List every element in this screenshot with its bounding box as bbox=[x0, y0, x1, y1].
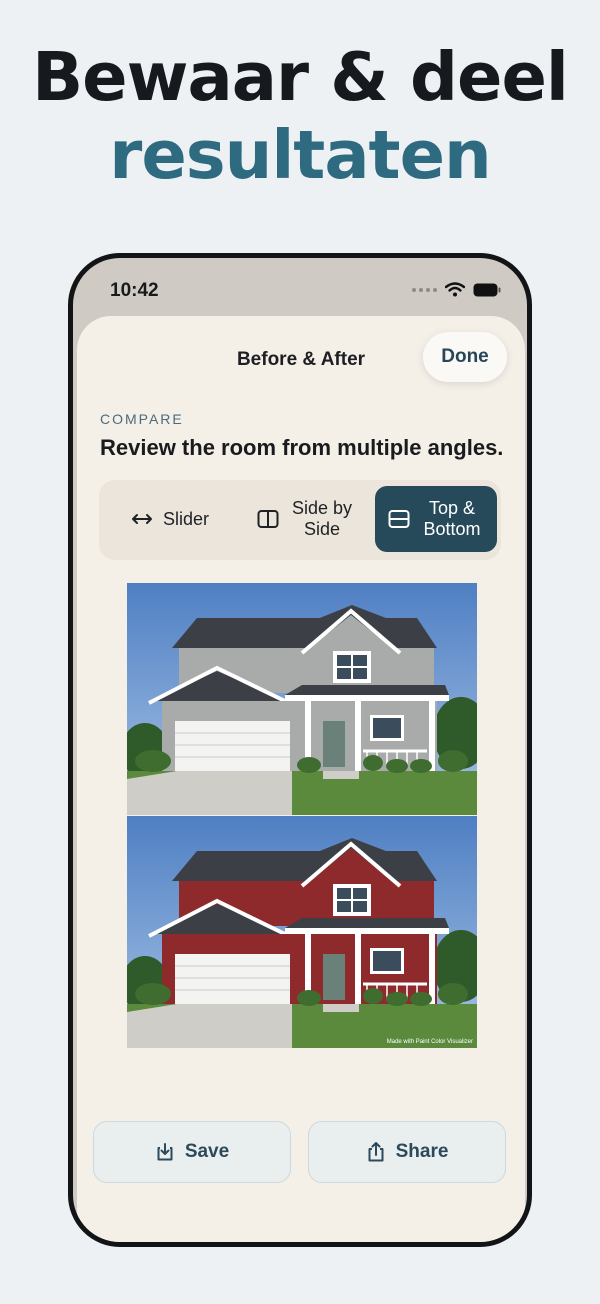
headline-line-1: Bewaar & deel bbox=[32, 38, 569, 116]
arrows-horizontal-icon bbox=[131, 514, 152, 524]
share-icon bbox=[368, 1142, 384, 1162]
mode-side-by-side[interactable]: Side by Side bbox=[239, 486, 373, 552]
split-vertical-icon bbox=[257, 510, 279, 528]
headline-line-2: resultaten bbox=[109, 116, 491, 194]
save-label: Save bbox=[184, 1141, 230, 1162]
share-label: Share bbox=[395, 1141, 449, 1162]
status-time: 10:42 bbox=[110, 280, 159, 301]
headline: Bewaar & deel resultaten bbox=[0, 38, 600, 194]
mode-side-by-side-label: Side by Side bbox=[291, 498, 353, 539]
done-button[interactable]: Done bbox=[423, 332, 507, 382]
signal-dots-icon bbox=[412, 287, 437, 292]
battery-icon bbox=[473, 283, 501, 296]
download-tray-icon bbox=[157, 1143, 173, 1161]
mode-slider-label: Slider bbox=[162, 508, 210, 529]
mode-top-bottom[interactable]: Top & Bottom bbox=[375, 486, 497, 552]
share-button[interactable]: Share bbox=[308, 1121, 506, 1183]
section-description: Review the room from multiple angles. bbox=[100, 435, 504, 460]
status-icons bbox=[412, 282, 501, 297]
wifi-icon bbox=[445, 282, 465, 297]
mode-top-bottom-label: Top & Bottom bbox=[423, 498, 481, 539]
section-label: COMPARE bbox=[100, 411, 184, 427]
status-bar: 10:42 bbox=[73, 258, 527, 318]
watermark-text: Made with Paint Color Visualizer bbox=[386, 1039, 473, 1045]
save-button[interactable]: Save bbox=[93, 1121, 291, 1183]
after-image: Made with Paint Color Visualizer bbox=[127, 816, 477, 1048]
split-horizontal-icon bbox=[388, 510, 410, 528]
phone-frame: 10:42 Before & After Done COMPARE Review… bbox=[68, 253, 532, 1247]
compare-mode-control: Slider Side by Side Top & Bottom bbox=[99, 480, 501, 560]
mode-slider[interactable]: Slider bbox=[103, 486, 237, 552]
comparison-view: Made with Paint Color Visualizer bbox=[127, 583, 477, 1048]
before-after-sheet: Before & After Done COMPARE Review the r… bbox=[77, 316, 525, 1242]
before-image bbox=[127, 583, 477, 815]
